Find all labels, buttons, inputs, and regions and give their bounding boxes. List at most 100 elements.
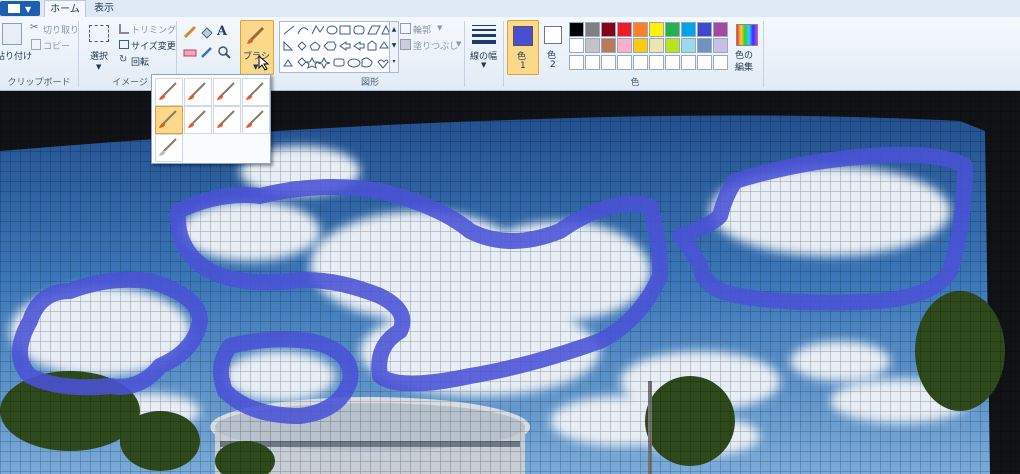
palette-swatch-empty[interactable] [601,55,616,70]
chevron-down-icon: ▼ [96,63,102,71]
select-icon [89,25,109,42]
colors-group-label: 色 [630,78,640,88]
magnifier-icon[interactable] [217,45,231,59]
palette-swatch[interactable] [681,22,696,37]
palette-swatch-empty[interactable] [681,55,696,70]
shapes-group-label: 図形 [360,78,379,88]
rotate-label: 回転 [131,58,150,68]
brush-option-calligraphy2[interactable] [213,78,241,106]
shapes-gallery[interactable] [279,21,391,73]
brush-option-watercolor[interactable] [155,134,183,162]
copy-label: コピー [43,42,71,52]
select-button[interactable]: 選択 ▼ [86,23,114,73]
brush-icon [159,138,177,156]
rotate-icon: ↻ [119,54,128,65]
palette-swatch-empty[interactable] [697,55,712,70]
brush-icon [159,82,177,100]
tab-bar: ▼ ホーム 表示 [0,0,1020,18]
palette-swatch[interactable] [649,22,664,37]
brush-option-calligraphy1[interactable] [184,78,212,106]
outline-icon [400,23,411,34]
cut-icon: ✂ [30,22,39,33]
palette-swatch[interactable] [617,22,632,37]
chevron-down-icon: ▼ [481,61,487,69]
palette-swatch[interactable] [681,38,696,53]
palette-swatch-empty[interactable] [713,55,728,70]
text-icon[interactable]: A [217,24,231,39]
palette-swatch[interactable] [569,22,584,37]
outline-label: 輪郭 [413,26,432,36]
palette-swatch[interactable] [569,38,584,53]
brush-option-crayon[interactable] [184,106,212,134]
brush-icon [188,82,206,100]
color1-number: 1 [520,61,526,71]
paste-button[interactable]: 貼り付け [0,21,32,71]
brush-icon [188,110,206,128]
picker-icon[interactable] [200,45,214,59]
brush-option-airbrush[interactable] [242,78,270,106]
fill-label: 塗りつぶし [413,42,459,52]
brush-icon [159,110,177,128]
palette-swatch[interactable] [713,22,728,37]
palette-swatch-empty[interactable] [585,55,600,70]
color1-button[interactable]: 色 1 [507,20,539,75]
palette-swatch[interactable] [633,22,648,37]
color2-number: 2 [550,60,556,70]
menu-icon [8,4,20,13]
crop-icon [119,24,129,34]
size-button[interactable]: 線の幅 ▼ [468,21,500,73]
palette-swatch[interactable] [585,38,600,53]
brush-option-pencil[interactable] [242,106,270,134]
palette-swatch-empty[interactable] [665,55,680,70]
brush-icon [217,110,235,128]
size-icon [472,25,496,44]
palette-swatch[interactable] [713,38,728,53]
color2-button[interactable]: 色 2 [540,20,566,73]
cursor-icon [258,54,270,74]
palette-swatch-empty[interactable] [649,55,664,70]
paint-menu-button[interactable]: ▼ [0,1,40,16]
brush-icon [245,24,267,46]
brush-option-marker[interactable] [213,106,241,134]
tab-view[interactable]: 表示 [84,0,124,17]
palette-swatch[interactable] [697,38,712,53]
edit-colors-button[interactable]: 色の 編集 [732,21,760,73]
brush-option-brush[interactable] [155,78,183,106]
palette-swatch[interactable] [585,22,600,37]
palette-swatch-empty[interactable] [569,55,584,70]
palette-swatch[interactable] [665,22,680,37]
palette-swatch-empty[interactable] [633,55,648,70]
copy-icon [31,39,41,50]
palette-swatch[interactable] [601,38,616,53]
palette-swatch[interactable] [697,22,712,37]
cut-label: 切り取り [43,26,80,36]
group-separator [503,21,504,87]
paste-icon [2,23,22,45]
color-palette [569,22,729,72]
group-separator [464,21,465,87]
color2-swatch [544,26,562,44]
palette-swatch[interactable] [601,22,616,37]
crop-label: トリミング [131,26,177,36]
fill-icon[interactable] [200,25,214,39]
rainbow-icon [736,24,758,46]
eraser-icon[interactable] [183,45,197,59]
fill-shape-icon [400,39,411,50]
pencil-icon[interactable] [183,25,197,39]
palette-swatch[interactable] [665,38,680,53]
palette-swatch[interactable] [649,38,664,53]
brush-icon [217,82,235,100]
chevron-down-icon: ▼ [456,40,462,48]
chevron-down-icon: ▼ [25,5,32,14]
brush-icon [246,82,264,100]
shapes-scroll[interactable]: ▲ ▼ ▾ [389,21,399,73]
palette-swatch[interactable] [633,38,648,53]
shapes-icon [283,24,391,70]
group-separator [763,21,764,87]
palette-swatch[interactable] [617,38,632,53]
tab-home[interactable]: ホーム [44,0,86,18]
brush-dropdown [151,74,271,164]
select-label: 選択 [90,52,109,62]
palette-swatch-empty[interactable] [617,55,632,70]
brush-option-oil[interactable] [155,106,183,134]
